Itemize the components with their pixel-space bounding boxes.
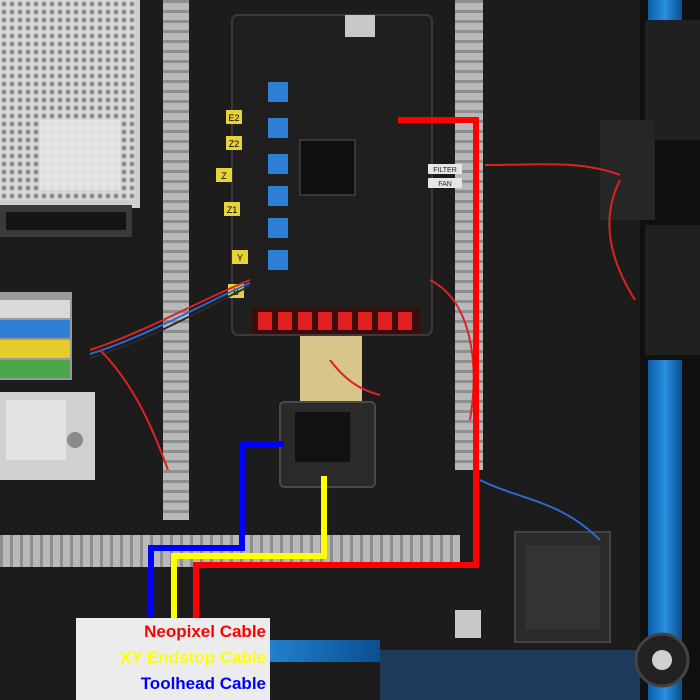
legend-xy-endstop: XY Endstop Cable [119,648,266,667]
driver-tag-e2: E2 [228,113,239,123]
endstop-bracket [455,610,481,638]
driver-tag-y: Y [237,253,243,263]
legend-neopixel: Neopixel Cable [144,622,266,641]
stepper-motor [514,531,611,643]
printer-electronics-photo: E2 Z2 Z Z1 Y B FAN FILTER Neopixel Cable… [0,0,700,700]
driver-tag-z1: Z1 [227,205,238,215]
bottom-extrusion-right [380,650,640,700]
fan-tag: FAN [438,181,452,188]
cable-legend: Neopixel Cable XY Endstop Cable Toolhead… [76,618,270,700]
idler-pulley [634,632,690,688]
toolhead-distribution-board [279,401,376,488]
electronics-illustration: E2 Z2 Z Z1 Y B FAN FILTER [0,0,700,700]
terminal-blocks [0,292,72,380]
left-cable-duct [163,0,189,520]
mainboard [231,14,433,336]
power-supply [0,0,140,237]
legend-toolhead: Toolhead Cable [140,674,266,693]
driver-tag-z: Z [221,171,227,181]
ssr-relay [0,392,95,480]
driver-tag-z2: Z2 [229,139,240,149]
filter-tag: FILTER [433,167,457,174]
